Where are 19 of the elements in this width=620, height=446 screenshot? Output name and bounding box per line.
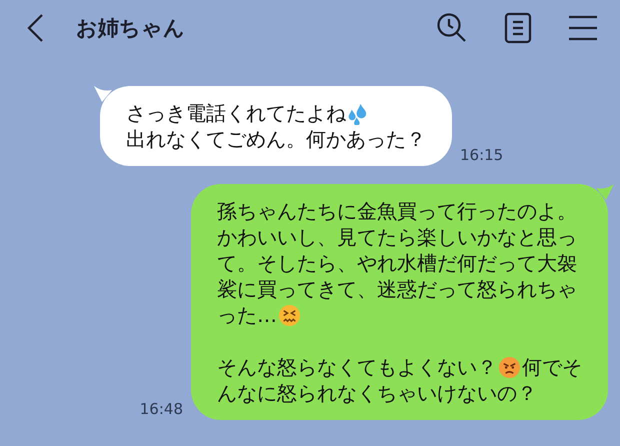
angry-face-icon [498, 356, 521, 378]
chat-title: お姉ちゃん [76, 15, 186, 42]
message-text: 孫ちゃんたちに金魚買って行ったのよ。 [217, 198, 577, 224]
search-icon[interactable] [436, 12, 468, 44]
message-text: て。そしたら、やれ水槽だ何だって大袈 [217, 250, 577, 276]
message-text: かわいいし、見てたら楽しいかなと思っ [217, 224, 577, 250]
message-time: 16:48 [140, 400, 183, 418]
message-text: った… [217, 302, 277, 328]
message-text: 何でそ [522, 354, 582, 380]
message-text: んなに怒られなくちゃいけないの？ [217, 380, 537, 406]
message-text: 出れなくてごめん。何かあった？ [126, 126, 426, 152]
message-text: さっき電話くれてたよね [126, 100, 346, 126]
notes-icon[interactable] [504, 12, 532, 44]
message-text: 裟に買ってきて、迷惑だって怒られちゃ [217, 276, 577, 302]
back-icon[interactable] [26, 13, 44, 43]
confounded-face-icon [278, 304, 301, 326]
message-time: 16:15 [460, 146, 504, 164]
menu-icon[interactable] [568, 15, 598, 41]
message-text: そんな怒らなくてもよくない？ [217, 354, 497, 380]
